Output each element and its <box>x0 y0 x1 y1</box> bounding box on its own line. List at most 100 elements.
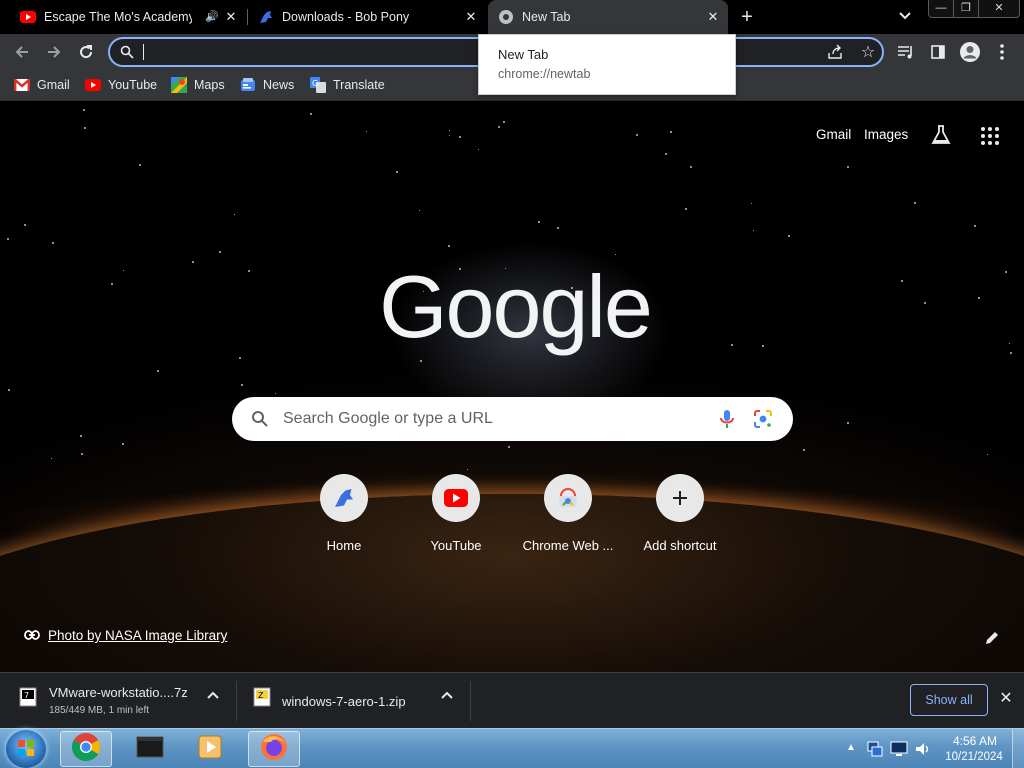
tray-expand-chevron-icon[interactable]: ▲ <box>846 742 856 753</box>
back-arrow-icon[interactable] <box>10 40 34 64</box>
labs-flask-icon[interactable] <box>930 124 952 146</box>
profile-avatar-icon[interactable] <box>958 40 982 64</box>
shortcut-label: Chrome Web ... <box>522 538 614 553</box>
ntp-search-box[interactable] <box>232 397 793 441</box>
taskbar-media-player[interactable] <box>184 731 236 767</box>
link-icon <box>24 628 40 643</box>
google-lens-icon[interactable] <box>753 409 773 429</box>
new-tab-page: Gmail Images Google Home YouTube <box>0 102 1024 672</box>
svg-text:Z: Z <box>258 691 264 700</box>
download-shelf: 7 VMware-workstatio....7z 185/449 MB, 1 … <box>0 672 1024 728</box>
volume-icon[interactable] <box>914 740 932 763</box>
background-star <box>8 389 10 391</box>
download-item-windows7-aero[interactable]: Z windows-7-aero-1.zip <box>236 673 470 729</box>
customize-pencil-icon[interactable] <box>984 630 1000 646</box>
clock-date[interactable]: 10/21/2024 <box>940 751 1008 763</box>
background-star <box>847 422 849 424</box>
background-star <box>731 344 733 346</box>
audio-playing-icon[interactable]: 🔊 <box>205 10 219 23</box>
background-star <box>803 449 805 451</box>
download-item-vmware[interactable]: 7 VMware-workstatio....7z 185/449 MB, 1 … <box>0 673 236 729</box>
chrome-web-store-icon <box>544 474 592 522</box>
window-minimize-button[interactable]: — <box>928 0 954 18</box>
search-icon <box>120 45 134 59</box>
bookmark-label: Translate <box>333 78 385 92</box>
background-star <box>467 469 468 470</box>
bookmark-translate[interactable]: G Translate <box>310 76 385 94</box>
add-shortcut-button[interactable]: Add shortcut <box>624 474 736 570</box>
tab-title: Downloads - Bob Pony <box>282 10 410 24</box>
background-star <box>275 393 276 394</box>
bookmark-youtube[interactable]: YouTube <box>85 76 157 94</box>
show-desktop-button[interactable] <box>1012 729 1024 768</box>
background-star <box>685 208 687 210</box>
taskbar-chrome[interactable] <box>60 731 112 767</box>
images-link[interactable]: Images <box>864 127 908 142</box>
background-star <box>665 153 667 155</box>
translate-icon: G <box>310 77 326 93</box>
clock-time[interactable]: 4:56 AM <box>950 734 1000 748</box>
background-star <box>449 130 450 131</box>
tab-search-chevron-icon[interactable] <box>896 9 914 25</box>
media-control-icon[interactable] <box>894 40 918 64</box>
share-icon[interactable] <box>826 44 844 62</box>
background-star <box>83 109 85 111</box>
firefox-icon <box>259 732 289 767</box>
bookmark-label: Gmail <box>37 78 70 92</box>
gmail-link[interactable]: Gmail <box>816 127 851 142</box>
background-star <box>234 214 235 215</box>
close-tab-icon[interactable]: ✕ <box>224 10 238 24</box>
chrome-menu-icon[interactable] <box>990 40 1014 64</box>
svg-text:7: 7 <box>24 691 29 700</box>
tab-escape-academy[interactable]: Escape The Mo's Academy - 🔊 ✕ <box>10 0 246 34</box>
chrome-icon <box>498 9 514 25</box>
side-panel-icon[interactable] <box>926 40 950 64</box>
close-shelf-icon[interactable]: ✕ <box>998 691 1014 707</box>
voice-search-mic-icon[interactable] <box>718 409 736 429</box>
tab-downloads-bob-pony[interactable]: Downloads - Bob Pony ✕ <box>248 0 486 34</box>
bobpony-icon <box>320 474 368 522</box>
bookmark-label: Maps <box>194 78 225 92</box>
reload-icon[interactable] <box>74 40 98 64</box>
background-star <box>157 370 159 372</box>
background-star <box>241 384 243 386</box>
shortcut-youtube[interactable]: YouTube <box>400 474 512 570</box>
bookmark-news[interactable]: News <box>240 76 294 94</box>
start-orb-button[interactable] <box>6 730 46 768</box>
forward-arrow-icon[interactable] <box>42 40 66 64</box>
shortcut-label: Add shortcut <box>643 538 717 553</box>
background-star <box>974 225 976 227</box>
bookmark-gmail[interactable]: Gmail <box>14 76 70 94</box>
zip-archive-icon: Z <box>252 687 272 707</box>
taskbar-terminal[interactable] <box>124 731 176 767</box>
shortcut-label: Home <box>326 538 362 553</box>
taskbar-firefox[interactable] <box>248 731 300 767</box>
show-all-downloads-button[interactable]: Show all <box>910 684 988 716</box>
window-restore-button[interactable]: ❐ <box>953 0 979 18</box>
ntp-search-input[interactable] <box>283 409 703 429</box>
window-close-button[interactable]: ✕ <box>978 0 1020 18</box>
tooltip-title: New Tab <box>498 47 549 62</box>
background-star <box>978 297 980 299</box>
tab-new-tab[interactable]: New Tab ✕ <box>488 0 728 34</box>
new-tab-button[interactable]: + <box>736 7 758 29</box>
photo-credit-text: Photo by NASA Image Library <box>48 628 228 643</box>
shortcut-label: YouTube <box>430 538 482 553</box>
background-star <box>219 251 221 253</box>
bookmark-maps[interactable]: Maps <box>171 76 225 94</box>
bookmark-star-icon[interactable]: ☆ <box>858 42 878 62</box>
shortcut-chrome-web-store[interactable]: Chrome Web ... <box>512 474 624 570</box>
youtube-icon <box>20 9 36 25</box>
network-icon[interactable] <box>866 740 884 763</box>
chevron-up-icon[interactable] <box>440 690 454 704</box>
google-apps-grid-icon[interactable] <box>980 126 1000 146</box>
photo-credit-link[interactable]: Photo by NASA Image Library <box>24 628 227 643</box>
close-tab-icon[interactable]: ✕ <box>464 10 478 24</box>
background-star <box>123 270 124 271</box>
display-icon[interactable] <box>890 741 908 762</box>
youtube-icon <box>85 77 101 93</box>
close-tab-icon[interactable]: ✕ <box>706 10 720 24</box>
background-star <box>24 224 26 226</box>
chevron-up-icon[interactable] <box>206 690 220 704</box>
shortcut-home[interactable]: Home <box>288 474 400 570</box>
